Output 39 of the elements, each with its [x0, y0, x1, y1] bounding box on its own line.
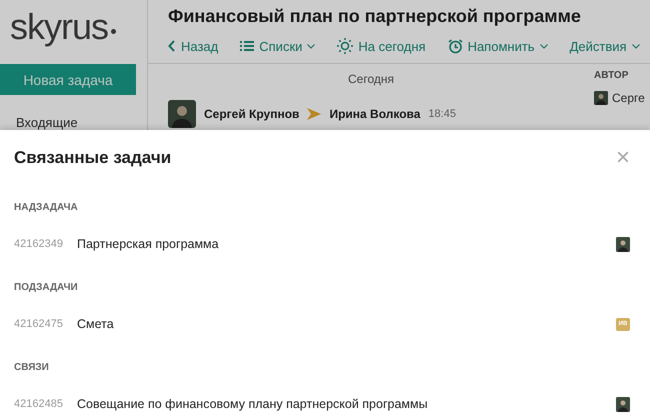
dialog-title: Связанные задачи [14, 148, 172, 168]
day-label: Сегодня [347, 71, 395, 88]
close-button[interactable]: × [616, 148, 630, 168]
toolbar-button[interactable]: Назад [168, 36, 218, 56]
task-link[interactable]: Партнерская программа [77, 237, 616, 251]
avatar-icon [616, 396, 630, 412]
logo: skyrus [10, 6, 108, 48]
toolbar-button[interactable]: На сегодня [337, 36, 426, 56]
section-heading: ПОДЗАДАЧИ [14, 282, 79, 295]
section-heading: СВЯЗИ [14, 362, 50, 375]
sender-name: Сергей Крупнов [204, 107, 300, 121]
new-task-button[interactable]: Новая задача [0, 64, 136, 95]
avatar-icon [594, 91, 608, 105]
logo-dot-icon [111, 28, 116, 34]
sun-icon [337, 38, 354, 54]
list-icon [240, 40, 254, 52]
chevron-left-icon [168, 40, 176, 52]
message-time: 18:45 [428, 108, 456, 120]
caret-icon [632, 44, 640, 48]
task-link[interactable]: Совещание по финансовому плану партнерской программы [77, 397, 616, 411]
sidebar-item[interactable]: Входящие [16, 115, 78, 130]
avatar-icon [616, 236, 630, 252]
alarm-clock-icon [448, 38, 463, 54]
caret-icon [540, 44, 548, 48]
section-heading: НАДЗАДАЧА [14, 202, 79, 215]
task-title: Финансовый план по партнерской программе [167, 5, 582, 27]
toolbar-button[interactable]: Напомнить [448, 36, 548, 56]
avatar-icon [168, 100, 196, 128]
author-name: Серге [612, 91, 645, 105]
author-heading: АВТОР [594, 70, 630, 81]
task-id: 42162475 [14, 318, 64, 330]
toolbar-button[interactable]: Действия [570, 36, 640, 56]
caret-icon [307, 44, 316, 48]
task-link[interactable]: Смета [77, 317, 616, 331]
task-id: 42162349 [14, 238, 64, 250]
toolbar-button[interactable]: Списки [240, 36, 316, 56]
task-id: 42162485 [14, 398, 64, 410]
arrow-right-icon [307, 108, 322, 120]
recipient-name: Ирина Волкова [329, 107, 420, 121]
